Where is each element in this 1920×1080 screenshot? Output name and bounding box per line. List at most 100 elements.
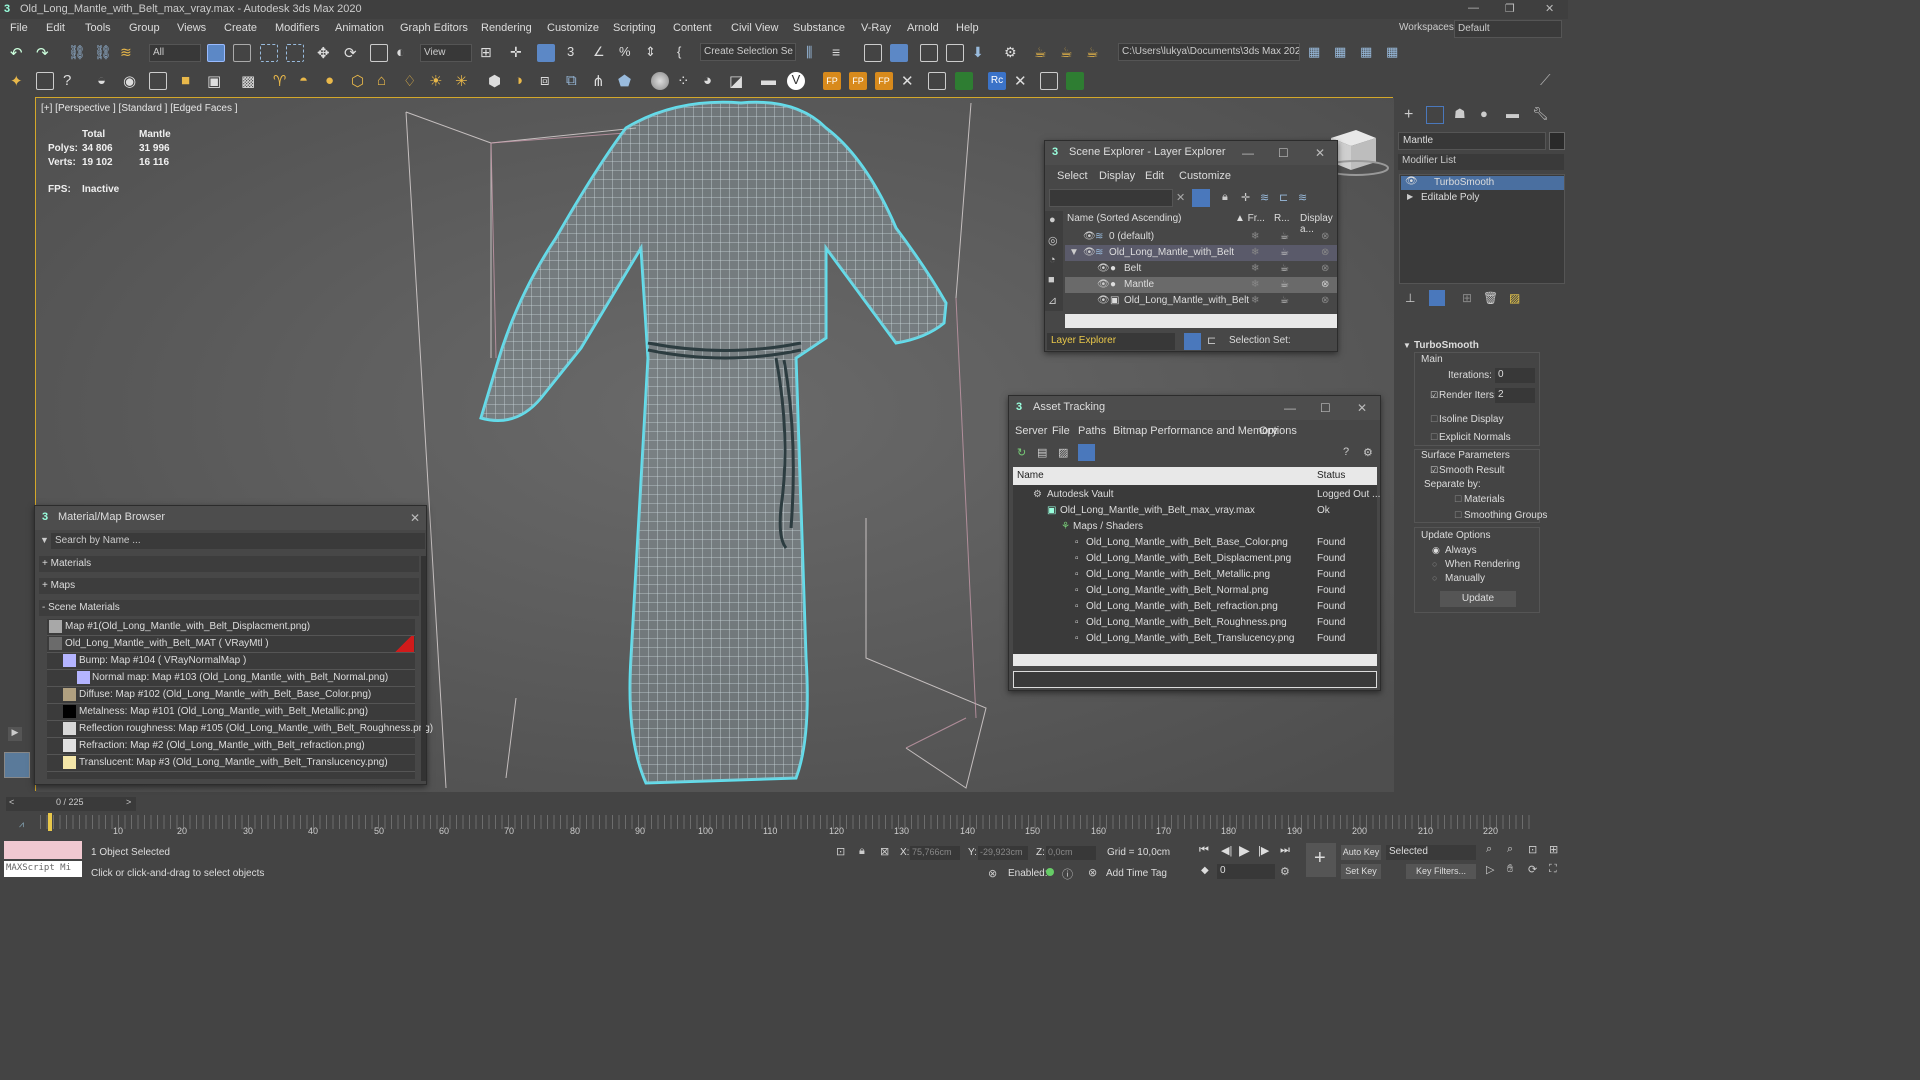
render-iters-checkbox[interactable]: ☑ — [1430, 390, 1438, 401]
asset-row[interactable]: ⚘ Maps / Shaders — [1013, 519, 1377, 535]
hierarchy-tab-icon[interactable]: ☗ — [1454, 106, 1466, 122]
se-row[interactable]: 👁︎ ≋ 0 (default) ❄ ☕ ⊗ — [1065, 229, 1337, 245]
placement-icon[interactable]: ◐ — [396, 44, 414, 62]
se-search-input[interactable] — [1049, 189, 1173, 207]
image-view-icon[interactable]: ▨ — [1058, 446, 1068, 459]
redo-icon[interactable]: ↷ — [36, 44, 54, 62]
selection-lock-icon[interactable]: 🔒︎ — [859, 845, 865, 858]
script-icon[interactable]: ⊗ — [988, 867, 997, 880]
green-icon-2[interactable] — [1066, 72, 1084, 90]
ribbon-icon[interactable]: ▦ — [1334, 44, 1352, 62]
group-maps[interactable]: + Maps — [39, 578, 419, 594]
material-browser-scrollbar[interactable] — [421, 556, 426, 781]
proxy-icon[interactable]: ▣ — [207, 72, 225, 90]
freeze-icon[interactable]: ❄ — [1251, 277, 1259, 293]
current-frame-spinner[interactable]: 0 — [1217, 864, 1275, 879]
zoom-extents-all-icon[interactable]: ⊞ — [1549, 843, 1558, 856]
goto-end-icon[interactable]: ⏭ — [1280, 844, 1290, 857]
minimize-icon[interactable]: — — [1468, 2, 1479, 14]
asset-row[interactable]: ▫ Old_Long_Mantle_with_Belt_Translucency… — [1013, 631, 1377, 647]
mirror-icon[interactable]: ⫼ — [806, 44, 824, 62]
select-by-name-icon[interactable] — [233, 44, 251, 62]
select-object-icon[interactable] — [207, 44, 225, 62]
menu-animation[interactable]: Animation — [335, 22, 384, 34]
render-setup-icon[interactable]: ⚙ — [1004, 44, 1022, 62]
object-name-field[interactable]: Mantle — [1398, 132, 1546, 150]
expand-arrow-icon[interactable]: ▶ — [8, 727, 22, 741]
render-teapot-icon[interactable]: ☕ — [1280, 277, 1289, 293]
menu-graph-editors[interactable]: Graph Editors — [400, 22, 468, 34]
maximize-icon[interactable]: ☐ — [1278, 146, 1289, 160]
schematic-icon[interactable] — [946, 44, 964, 62]
isoline-checkbox[interactable]: ☐ — [1430, 414, 1438, 425]
edit-named-sel-icon[interactable]: { — [677, 44, 695, 62]
auto-key-button[interactable]: Auto Key — [1341, 845, 1381, 860]
eye-icon[interactable]: 👁︎ — [1083, 245, 1096, 261]
time-config-icon[interactable]: ⚙ — [1280, 865, 1290, 878]
project-folder-dropdown[interactable]: C:\Users\lukya\Documents\3ds Max 2022 — [1118, 43, 1300, 61]
shape-filter-icon[interactable]: ◎ — [1048, 234, 1058, 247]
minimize-icon[interactable]: — — [1284, 401, 1296, 415]
se-col-frozen[interactable]: ▲ Fr... — [1235, 213, 1265, 224]
green-icon[interactable] — [955, 72, 973, 90]
at-menu-paths[interactable]: Paths — [1078, 425, 1106, 437]
help-icon[interactable]: ? — [1343, 446, 1349, 458]
undo-icon[interactable]: ↶ — [10, 44, 28, 62]
ies-light-icon[interactable]: ⌂ — [377, 72, 395, 90]
render-iterative-icon[interactable]: ☕ — [1086, 44, 1104, 62]
ref-coord-dropdown[interactable]: View — [420, 44, 472, 62]
update-button[interactable]: Update — [1440, 591, 1516, 607]
enabled-indicator-icon[interactable] — [1046, 868, 1054, 876]
menu-group[interactable]: Group — [129, 22, 160, 34]
track-bar[interactable] — [40, 815, 1530, 829]
menu-edit[interactable]: Edit — [46, 22, 65, 34]
minimize-icon[interactable]: — — [1242, 146, 1254, 160]
fur-icon[interactable]: ⧉ — [566, 72, 584, 90]
menu-tools[interactable]: Tools — [85, 22, 111, 34]
menu-help[interactable]: Help — [956, 22, 979, 34]
rotate-icon[interactable]: ⟳ — [344, 44, 362, 62]
ambient-light-icon[interactable]: ♢ — [403, 72, 421, 90]
settings-icon[interactable]: ⚙ — [1363, 446, 1373, 459]
teapot-icon[interactable]: ◒ — [97, 72, 115, 90]
goto-start-icon[interactable]: ⏮ — [1199, 844, 1209, 857]
asset-row[interactable]: ▫ Old_Long_Mantle_with_Belt_Normal.png F… — [1013, 583, 1377, 599]
add-layer-icon[interactable]: ✛ — [1241, 191, 1250, 204]
asset-row[interactable]: ▫ Old_Long_Mantle_with_Belt_Displacment.… — [1013, 551, 1377, 567]
expand-icon[interactable]: ▶ — [1407, 192, 1413, 201]
asset-tracking-titlebar[interactable]: 3 Asset Tracking — ☐ ✕ — [1009, 396, 1380, 420]
maximize-icon[interactable]: ☐ — [1320, 401, 1331, 415]
at-menu-options[interactable]: Options — [1259, 425, 1297, 437]
render-teapot-icon[interactable]: ☕ — [1280, 229, 1289, 245]
unlink-icon[interactable]: ⛓ — [94, 44, 112, 62]
always-radio[interactable]: ◉ — [1432, 545, 1440, 556]
pin-stack-icon[interactable]: ⊥ — [1405, 291, 1415, 305]
key-mode-icon[interactable]: ◆ — [1201, 865, 1209, 876]
sphere-light-icon[interactable]: ● — [325, 72, 343, 90]
manually-radio[interactable]: ○ — [1432, 573, 1437, 583]
asset-row[interactable]: ▫ Old_Long_Mantle_with_Belt_Roughness.pn… — [1013, 615, 1377, 631]
zoom-all-icon[interactable]: ⌕ — [1507, 843, 1513, 856]
restore-icon[interactable]: ❐ — [1505, 2, 1515, 15]
menu-vray[interactable]: V-Ray — [861, 22, 891, 34]
hierarchy-icon[interactable]: ⊏ — [1279, 191, 1288, 204]
render-iters-spinner[interactable]: 2 — [1495, 388, 1535, 403]
asset-icon[interactable]: ■ — [181, 72, 199, 90]
rc-icon[interactable]: Rc — [988, 72, 1006, 90]
at-menu-bitmap[interactable]: Bitmap Performance and Memory — [1113, 425, 1277, 437]
menu-substance[interactable]: Substance — [793, 22, 845, 34]
mini-curve-icon[interactable]: ⩘ — [19, 819, 24, 830]
fp-icon-3[interactable]: FP — [875, 72, 893, 90]
close-icon[interactable]: ✕ — [1357, 401, 1367, 415]
utilities-tab-icon[interactable]: 🔧︎ — [1532, 106, 1549, 122]
rollout-title[interactable]: TurboSmooth — [1414, 340, 1479, 351]
pivot-icon[interactable]: ⊞ — [480, 44, 498, 62]
fov-icon[interactable]: ▷ — [1486, 863, 1494, 876]
at-menu-file[interactable]: File — [1052, 425, 1070, 437]
percent-snap-icon[interactable]: % — [619, 44, 637, 62]
layers-icon[interactable]: ≋ — [1260, 191, 1269, 204]
material-item[interactable]: Translucent: Map #3 (Old_Long_Mantle_wit… — [47, 755, 415, 772]
frame-icon[interactable] — [149, 72, 167, 90]
viewport-thumbnail[interactable] — [4, 752, 30, 778]
when-rendering-radio[interactable]: ○ — [1432, 559, 1437, 569]
